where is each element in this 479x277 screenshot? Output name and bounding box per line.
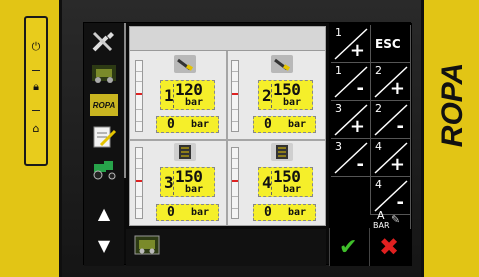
brand-logo: ROPA (436, 62, 469, 148)
separator (329, 228, 330, 266)
actual-unit: bar (288, 119, 307, 130)
separator (271, 84, 272, 108)
esc-label: ESC (375, 37, 401, 51)
key-number: 2 (375, 102, 382, 115)
separator (32, 70, 40, 71)
separator (369, 228, 370, 266)
sidebar-scrollbar[interactable] (124, 23, 126, 178)
knife-icon (174, 55, 196, 73)
actual-value: 0 (264, 117, 272, 132)
actual-value-4: 0 bar (253, 204, 316, 221)
scroll-down-button[interactable]: ▼ (89, 231, 119, 259)
key-4-plus[interactable]: 4 + (371, 139, 411, 177)
key-number: 1 (335, 26, 342, 39)
key-sign: - (396, 116, 404, 137)
setpoint-field-4[interactable]: 4 150 bar (258, 167, 313, 197)
divider (130, 139, 325, 141)
tools-icon[interactable] (89, 27, 119, 55)
esc-button[interactable]: ESC (371, 25, 411, 63)
key-number: 3 (335, 140, 342, 153)
pressure-gauge-2 (231, 60, 239, 132)
actual-value: 0 (167, 117, 175, 132)
machine-status-icon[interactable] (134, 234, 160, 256)
key-3-plus[interactable]: 3 + (331, 101, 371, 139)
setpoint-unit: bar (283, 184, 302, 195)
home-icon[interactable]: ⌂ (29, 122, 43, 136)
key-number: 1 (335, 64, 342, 77)
pressure-gauge-4 (231, 147, 239, 219)
empty-key (331, 177, 371, 215)
right-yellow-panel: ROPA (421, 0, 479, 277)
setpoint-field-2[interactable]: 2 150 bar (258, 80, 313, 110)
setpoint-unit: bar (185, 97, 204, 108)
key-sign: - (356, 154, 364, 175)
confirm-button[interactable]: ✔ (339, 235, 357, 260)
ropa-logo-label: ROPA (92, 100, 116, 110)
ropa-logo[interactable]: ROPA (89, 91, 119, 119)
separator (271, 171, 272, 195)
scroll-up-button[interactable]: ▲ (89, 199, 119, 227)
roller-icon (174, 143, 196, 161)
key-sign: - (356, 78, 364, 99)
key-sign: + (389, 78, 405, 99)
setpoint-unit: bar (283, 97, 302, 108)
actual-value: 0 (167, 205, 175, 220)
key-sign: + (389, 154, 405, 175)
bottom-bar (126, 229, 326, 266)
pressure-gauge-1 (135, 60, 143, 132)
pressure-gauge-3 (135, 147, 143, 219)
separator (173, 171, 174, 195)
machine-icon[interactable] (89, 59, 119, 87)
separator (32, 110, 40, 111)
left-yellow-panel: ⏻ 🔒︎ ⌂ (0, 0, 62, 277)
key-sign: + (349, 116, 365, 137)
pressure-settings-panel: 1 120 bar 0 bar 2 150 bar 0 bar 3 150 ba… (129, 26, 326, 226)
power-icon[interactable]: ⏻ (29, 40, 43, 54)
setpoint-unit: bar (185, 184, 204, 195)
key-1-plus[interactable]: 1 + (331, 25, 371, 63)
left-sidebar: ROPA ▲ ▼ (84, 23, 124, 266)
key-sign: - (396, 192, 404, 213)
tractor-icon[interactable] (89, 155, 119, 183)
actual-unit: bar (191, 207, 210, 218)
key-sign: + (349, 40, 365, 61)
actual-value-2: 0 bar (253, 116, 316, 133)
key-3-minus[interactable]: 3 - (331, 139, 371, 177)
softkey-panel: 1 + ESC 1 - 2 + 3 + 2 - 3 - 4 + 4 - A BA… (329, 23, 412, 266)
key-number: 3 (335, 102, 342, 115)
setpoint-field-3[interactable]: 3 150 bar (160, 167, 215, 197)
pencil-icon: ✎ (391, 213, 401, 226)
actual-value-3: 0 bar (156, 204, 219, 221)
lock-icon[interactable]: 🔒︎ (29, 80, 43, 94)
cancel-button[interactable]: ✖ (379, 233, 399, 261)
key-2-plus[interactable]: 2 + (371, 63, 411, 101)
unit-toggle-bottom: BAR (373, 221, 390, 230)
roller-icon (271, 143, 293, 161)
knife-icon (271, 55, 293, 73)
separator (173, 84, 174, 108)
key-1-minus[interactable]: 1 - (331, 63, 371, 101)
key-number: 4 (375, 178, 382, 191)
key-2-minus[interactable]: 2 - (371, 101, 411, 139)
actual-unit: bar (288, 207, 307, 218)
key-number: 4 (375, 140, 382, 153)
display-screen: ROPA ▲ ▼ 1 120 bar 0 bar 2 150 bar 0 bar… (83, 22, 412, 266)
actual-unit: bar (191, 119, 210, 130)
actual-value: 0 (264, 205, 272, 220)
checklist-icon[interactable] (89, 123, 119, 151)
panel-header (130, 27, 325, 51)
actual-value-1: 0 bar (156, 116, 219, 133)
setpoint-field-1[interactable]: 1 120 bar (160, 80, 215, 110)
hardware-button-panel: ⏻ 🔒︎ ⌂ (24, 16, 48, 166)
key-number: 2 (375, 64, 382, 77)
unit-toggle-button[interactable]: A BAR ✎ (371, 209, 411, 230)
